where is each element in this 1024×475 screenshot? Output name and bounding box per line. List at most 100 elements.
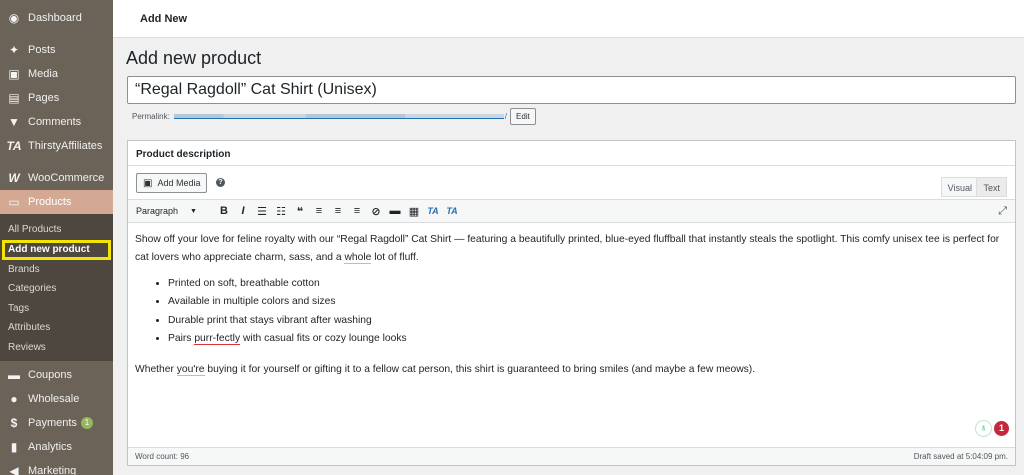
flagged-word: purr-fectly [194,332,241,345]
numbered-list-icon[interactable]: ☷ [272,205,290,218]
bullet-list-icon[interactable]: ☰ [253,205,271,218]
editor-toolbar: Paragraph ▼ B I ☰ ☷ ❝ ≡ ≡ ≡ ⊘ ▬ ▦ TA TA ⤢ [128,199,1015,223]
menu-label: Media [28,68,58,80]
submenu-attributes[interactable]: Attributes [0,318,113,338]
grammar-widget[interactable]: ♁ 1 [975,420,1009,437]
pin-icon: ✦ [8,43,20,57]
dashboard-icon: ◉ [8,11,20,25]
editor-status-bar: Word count: 96 Draft saved at 5:04:09 pm… [128,447,1015,465]
menu-label: Comments [28,116,82,128]
permalink-slash: / [504,112,508,121]
menu-posts[interactable]: ✦ Posts [0,38,113,62]
media-icon: ▣ [8,67,20,81]
menu-products[interactable]: ▭ Products [0,190,113,214]
menu-label: Posts [28,44,56,56]
products-icon: ▭ [8,195,20,209]
align-center-icon[interactable]: ≡ [329,205,347,217]
menu-label: WooCommerce [28,172,105,184]
help-icon[interactable]: ? [216,178,225,187]
admin-sidebar: ◉ Dashboard ✦ Posts ▣ Media ▤ Pages ▼ Comment… [0,0,113,475]
menu-label: ThirstyAffiliates [28,140,103,152]
box-title: Product description [128,141,1015,166]
media-row: ▣ Add Media ? Visual Text [136,173,1007,197]
menu-label: Products [28,196,72,208]
permalink-edit-button[interactable]: Edit [510,108,536,125]
menu-woocommerce[interactable]: W WooCommerce [0,166,113,190]
menu-analytics[interactable]: ▮ Analytics [0,435,113,459]
megaphone-icon: ◀ [9,464,19,475]
blockquote-icon[interactable]: ❝ [291,205,309,218]
read-more-icon[interactable]: ▬ [386,205,404,217]
menu-dashboard[interactable]: ◉ Dashboard [0,6,113,30]
submenu-tags[interactable]: Tags [0,299,113,319]
menu-label: Payments [28,417,77,429]
lightbulb-icon[interactable]: ♁ [975,420,992,437]
fullscreen-icon[interactable]: ⤢ [998,205,1007,218]
menu-comments[interactable]: ▼ Comments [0,110,113,134]
align-right-icon[interactable]: ≡ [348,205,366,217]
media-icon: ▣ [143,177,153,189]
payments-icon: $ [10,416,18,430]
permalink-label: Permalink: [132,112,170,121]
submenu-all-products[interactable]: All Products [0,220,113,240]
list-item: Available in multiple colors and sizes [168,293,1008,311]
menu-wholesale[interactable]: ● Wholesale [0,387,113,411]
list-item: Printed on soft, breathable cotton [168,275,1008,293]
menu-marketing[interactable]: ◀ Marketing [0,459,113,475]
menu-label: Dashboard [28,12,82,24]
tab-text[interactable]: Text [976,177,1007,197]
link-icon[interactable]: ⊘ [367,205,385,218]
menu-coupons[interactable]: ▬ Coupons [0,363,113,387]
permalink-url[interactable] [173,114,504,119]
grammar-issue-badge[interactable]: 1 [994,421,1009,436]
woo-icon: W [8,171,20,185]
payments-badge: 1 [80,417,93,429]
breadcrumb: Add New [140,13,188,25]
pages-icon: ▤ [8,91,20,105]
wholesale-icon: ● [10,392,18,406]
editor-content[interactable]: Show off your love for feline royalty wi… [128,223,1015,445]
toolbar-toggle-icon[interactable]: ▦ [405,205,423,218]
intro-text: Show off your love for feline royalty wi… [135,234,1000,263]
ta-icon: TA [6,139,22,153]
product-title-input[interactable]: “Regal Ragdoll” Cat Shirt (Unisex) [127,76,1016,104]
intro-paragraph: Show off your love for feline royalty wi… [135,231,1008,266]
align-left-icon[interactable]: ≡ [310,205,328,217]
tab-visual[interactable]: Visual [940,177,979,197]
menu-media[interactable]: ▣ Media [0,62,113,86]
add-media-button[interactable]: ▣ Add Media [136,173,208,193]
add-media-label: Add Media [157,178,201,188]
closing-text-end: buying it for yourself or gifting it to … [204,364,756,376]
format-value: Paragraph [136,206,179,216]
list-item: Pairs purr-fectly with casual fits or co… [168,330,1008,348]
closing-text: Whether [135,364,177,376]
analytics-icon: ▮ [10,440,18,454]
main-content: Add new product “Regal Ragdoll” Cat Shir… [113,38,1024,475]
ta-link-icon[interactable]: TA [424,206,442,216]
feature-list: Printed on soft, breathable cotton Avail… [168,275,1008,348]
submenu-categories[interactable]: Categories [0,279,113,299]
menu-label: Marketing [28,465,77,475]
submenu-reviews[interactable]: Reviews [0,338,113,358]
menu-thirstyaffiliates[interactable]: TA ThirstyAffiliates [0,134,113,158]
top-bar: Add New [113,0,1024,38]
list-item-text: Pairs [168,332,195,344]
menu-label: Wholesale [28,393,80,405]
ta-lock-icon[interactable]: TA [443,206,461,216]
word-count: Word count: 96 [135,452,190,461]
bold-icon[interactable]: B [215,205,233,217]
page-title: Add new product [126,48,262,68]
comment-icon: ▼ [8,115,20,129]
submenu-add-new-product[interactable]: Add new product [2,239,111,260]
caret-down-icon: ▼ [190,207,197,215]
intro-flagged-word: whole [344,251,372,264]
menu-payments[interactable]: $ Payments 1 [0,411,113,435]
menu-label: Coupons [28,369,73,381]
format-select[interactable]: Paragraph ▼ [136,206,214,216]
product-description-box: Product description ▣ Add Media ? Visual … [127,140,1016,466]
intro-text-end: lot of fluff. [371,251,419,263]
menu-pages[interactable]: ▤ Pages [0,86,113,110]
submenu-brands[interactable]: Brands [0,260,113,280]
italic-icon[interactable]: I [234,205,252,217]
closing-flagged-word: you're [176,364,205,377]
